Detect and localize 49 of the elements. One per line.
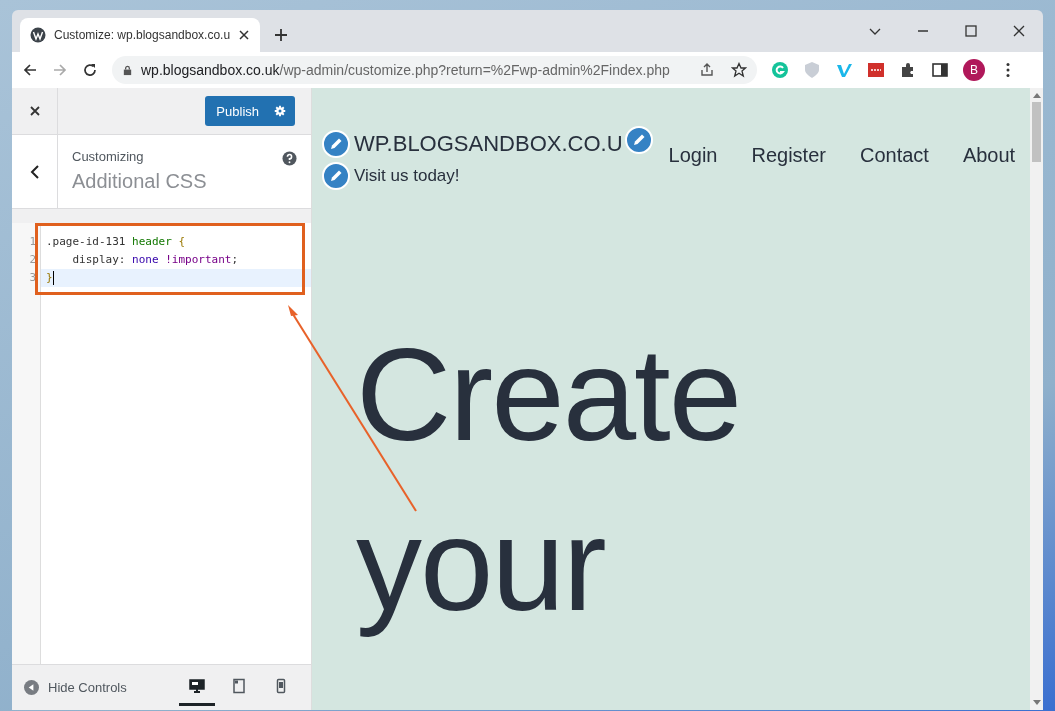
help-icon[interactable] <box>282 151 297 166</box>
url-text: wp.blogsandbox.co.uk/wp-admin/customize.php?return=%2Fwp-admin%2Findex.php <box>141 62 670 78</box>
line-number: 3 <box>28 270 37 286</box>
edit-pencil-icon[interactable] <box>322 130 350 158</box>
new-tab-icon[interactable] <box>274 28 288 42</box>
maximize-icon[interactable] <box>964 24 978 38</box>
chevron-left-icon <box>29 163 40 180</box>
publish-button[interactable]: Publish <box>205 96 265 126</box>
profile-avatar[interactable]: B <box>963 59 985 81</box>
code-line: display: none !important; <box>71 252 240 268</box>
hero-heading: Create <box>356 320 742 470</box>
star-icon[interactable] <box>731 62 747 78</box>
scrollbar[interactable] <box>1030 88 1043 710</box>
settings-button[interactable] <box>265 96 295 126</box>
site-title[interactable]: WP.BLOGSANDBOX.CO.U <box>354 131 623 157</box>
nav-link[interactable]: Contact <box>859 144 929 167</box>
address-bar[interactable]: wp.blogsandbox.co.uk/wp-admin/customize.php?return=%2Fwp-admin%2Findex.php <box>112 56 757 84</box>
section-label: Customizing <box>72 149 145 164</box>
hide-controls-button[interactable]: Hide Controls <box>24 680 127 695</box>
line-number: 1 <box>28 234 37 250</box>
scroll-thumb[interactable] <box>1032 102 1041 162</box>
hero-heading: your <box>356 490 606 640</box>
code-editor[interactable]: 1 2 3 .page-id-131 header { display: none !important; } <box>12 223 311 664</box>
close-icon <box>28 105 41 117</box>
lock-icon <box>122 64 133 76</box>
side-panel-icon[interactable] <box>931 61 949 79</box>
monitor-icon <box>189 678 205 694</box>
browser-tab[interactable]: Customize: wp.blogsandbox.co.u <box>20 18 260 52</box>
nav-link[interactable]: Register <box>751 144 826 167</box>
nav-link[interactable]: Login <box>668 144 718 167</box>
code-line: .page-id-131 header { <box>45 234 187 250</box>
close-icon[interactable] <box>238 29 250 41</box>
back-icon[interactable] <box>22 62 38 78</box>
close-icon[interactable] <box>1012 24 1026 38</box>
nav-link[interactable]: About <box>962 144 1016 167</box>
settings-icon <box>274 105 286 117</box>
extension-icon[interactable] <box>867 61 885 79</box>
line-number: 2 <box>28 252 37 268</box>
site-tagline: Visit us today! <box>354 166 460 186</box>
scroll-up-icon[interactable] <box>1032 92 1041 98</box>
edit-pencil-icon[interactable] <box>322 162 350 190</box>
reload-icon[interactable] <box>82 62 98 78</box>
share-icon[interactable] <box>699 62 715 78</box>
scroll-down-icon[interactable] <box>1032 700 1041 706</box>
edit-pencil-icon[interactable] <box>624 126 653 154</box>
tablet-icon <box>231 678 247 694</box>
tab-title: Customize: wp.blogsandbox.co.u <box>54 28 230 42</box>
wordpress-logo-icon <box>30 27 46 43</box>
section-title: Additional CSS <box>72 170 208 193</box>
